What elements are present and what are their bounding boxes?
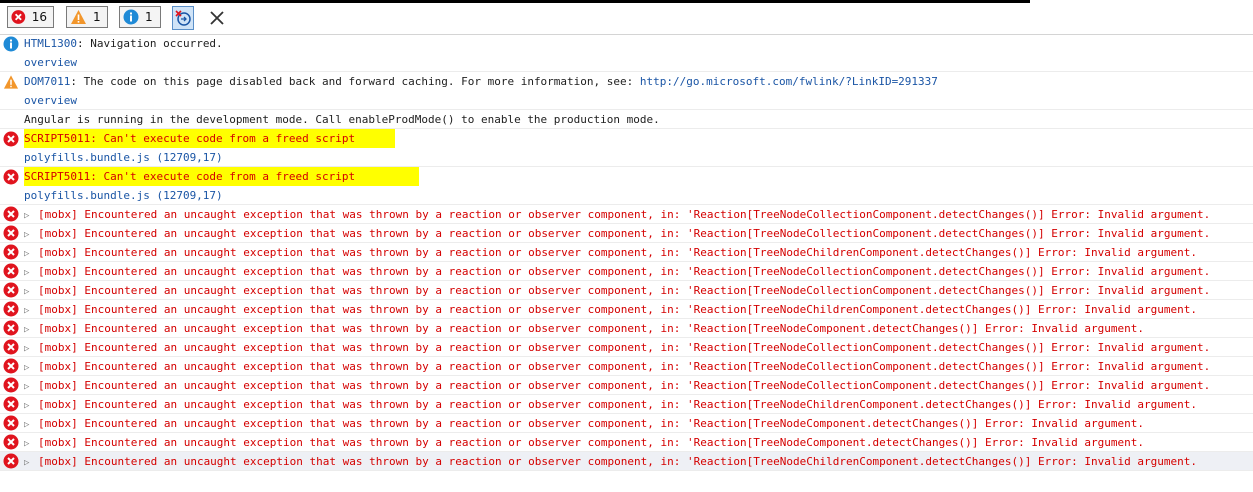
mobx-error-text: [mobx] Encountered an uncaught exception… [38,455,1197,468]
info-count: 1 [145,10,153,24]
error-icon [3,453,19,469]
expand-arrow-icon[interactable]: ▷ [24,454,38,473]
mobx-error-text: [mobx] Encountered an uncaught exception… [38,284,1211,297]
errors-count: 16 [31,10,47,24]
warning-code-link[interactable]: DOM7011 [24,75,70,88]
errors-filter-button[interactable]: 16 [7,6,54,28]
error-icon [3,263,19,279]
console-output: HTML1300: Navigation occurred. overview … [0,34,1253,471]
error-icon [3,358,19,374]
warnings-count: 1 [93,10,101,24]
mobx-error-text: [mobx] Encountered an uncaught exception… [38,227,1211,240]
mobx-error-row[interactable]: ▷ [mobx] Encountered an uncaught exceptio… [0,376,1253,395]
mobx-error-text: [mobx] Encountered an uncaught exception… [38,303,1197,316]
mobx-error-row[interactable]: ▷ [mobx] Encountered an uncaught exceptio… [0,338,1253,357]
mobx-error-row[interactable]: ▷ [mobx] Encountered an uncaught exceptio… [0,395,1253,414]
mobx-error-text: [mobx] Encountered an uncaught exception… [38,417,1144,430]
info-filter-button[interactable]: 1 [119,6,161,28]
info-overview-link[interactable]: overview [24,56,77,69]
error-icon [3,415,19,431]
console-toolbar: 16 1 1 [0,3,1253,35]
script-error-source-link[interactable]: polyfills.bundle.js (12709,17) [24,151,223,164]
error-icon [3,244,19,260]
clear-on-navigate-button[interactable] [172,6,194,30]
error-icon [3,434,19,450]
mobx-error-row[interactable]: ▷ [mobx] Encountered an uncaught exceptio… [0,357,1253,376]
script-error-text: SCRIPT5011: Can't execute code from a fr… [24,129,396,148]
info-message-text: : Navigation occurred. [76,37,223,50]
mobx-error-text: [mobx] Encountered an uncaught exception… [38,436,1144,449]
error-icon [3,225,19,241]
mobx-error-row[interactable]: ▷ [mobx] Encountered an uncaught exceptio… [0,281,1253,300]
mobx-error-text: [mobx] Encountered an uncaught exception… [38,246,1197,259]
info-icon [3,36,19,52]
mobx-error-row[interactable]: ▷ [mobx] Encountered an uncaught exceptio… [0,414,1253,433]
mobx-error-row[interactable]: ▷ [mobx] Encountered an uncaught exceptio… [0,300,1253,319]
mobx-error-text: [mobx] Encountered an uncaught exception… [38,265,1211,278]
mobx-error-text: [mobx] Encountered an uncaught exception… [38,341,1211,354]
clear-on-navigate-icon [175,10,191,26]
error-icon [3,320,19,336]
mobx-error-row[interactable]: ▷ [mobx] Encountered an uncaught exceptio… [0,452,1253,471]
script-error-text: SCRIPT5011: Can't execute code from a fr… [24,167,420,186]
mobx-error-text: [mobx] Encountered an uncaught exception… [38,360,1211,373]
mobx-error-text: [mobx] Encountered an uncaught exception… [38,379,1211,392]
error-icon [3,301,19,317]
warning-overview-link[interactable]: overview [24,94,77,107]
error-icon [11,10,26,24]
mobx-error-row[interactable]: ▷ [mobx] Encountered an uncaught exceptio… [0,243,1253,262]
script-error-message: SCRIPT5011: Can't execute code from a fr… [0,129,1253,167]
mobx-error-row[interactable]: ▷ [mobx] Encountered an uncaught exceptio… [0,224,1253,243]
close-icon [210,11,224,25]
mobx-error-text: [mobx] Encountered an uncaught exception… [38,398,1197,411]
warnings-filter-button[interactable]: 1 [66,6,108,28]
log-message: Angular is running in the development mo… [0,110,1253,129]
warning-message: DOM7011: The code on this page disabled … [0,72,1253,110]
mobx-error-text: [mobx] Encountered an uncaught exception… [38,208,1211,221]
error-icon [3,377,19,393]
mobx-error-row[interactable]: ▷ [mobx] Encountered an uncaught exceptio… [0,319,1253,338]
script-error-source-link[interactable]: polyfills.bundle.js (12709,17) [24,189,223,202]
warning-icon [71,10,86,24]
info-code-link[interactable]: HTML1300 [24,37,77,50]
error-icon [3,169,19,185]
mobx-error-list: ▷ [mobx] Encountered an uncaught exceptio… [0,205,1253,471]
error-icon [3,131,19,147]
info-message: HTML1300: Navigation occurred. overview [0,34,1253,72]
log-message-text: Angular is running in the development mo… [24,113,660,126]
mobx-error-text: [mobx] Encountered an uncaught exception… [38,322,1144,335]
warning-url-link[interactable]: http://go.microsoft.com/fwlink/?LinkID=2… [640,75,938,88]
warning-message-text: : The code on this page disabled back an… [70,75,640,88]
info-icon [123,9,139,25]
mobx-error-row[interactable]: ▷ [mobx] Encountered an uncaught exceptio… [0,205,1253,224]
error-icon [3,282,19,298]
error-icon [3,396,19,412]
script-error-message: SCRIPT5011: Can't execute code from a fr… [0,167,1253,205]
mobx-error-row[interactable]: ▷ [mobx] Encountered an uncaught exceptio… [0,262,1253,281]
warning-icon [3,75,19,89]
clear-console-button[interactable] [205,6,229,30]
error-icon [3,206,19,222]
error-icon [3,339,19,355]
mobx-error-row[interactable]: ▷ [mobx] Encountered an uncaught exceptio… [0,433,1253,452]
